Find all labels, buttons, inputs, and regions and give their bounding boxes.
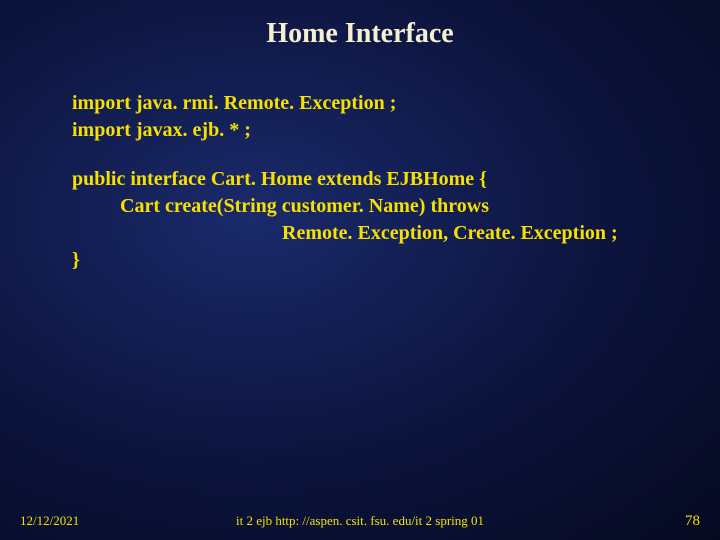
- code-line: import javax. ejb. * ;: [72, 117, 720, 144]
- interface-block: public interface Cart. Home extends EJBH…: [72, 166, 720, 274]
- import-block: import java. rmi. Remote. Exception ; im…: [72, 90, 720, 144]
- footer-page-number: 78: [685, 513, 700, 530]
- slide-title: Home Interface: [0, 0, 720, 50]
- code-line: }: [72, 247, 720, 274]
- slide-footer: 12/12/2021 it 2 ejb http: //aspen. csit.…: [0, 513, 720, 530]
- footer-source: it 2 ejb http: //aspen. csit. fsu. edu/i…: [236, 513, 484, 529]
- code-line: Cart create(String customer. Name) throw…: [72, 193, 720, 220]
- footer-date: 12/12/2021: [20, 513, 79, 529]
- code-block: import java. rmi. Remote. Exception ; im…: [0, 50, 720, 274]
- code-line: import java. rmi. Remote. Exception ;: [72, 90, 720, 117]
- code-line: public interface Cart. Home extends EJBH…: [72, 166, 720, 193]
- code-line: Remote. Exception, Create. Exception ;: [72, 220, 720, 247]
